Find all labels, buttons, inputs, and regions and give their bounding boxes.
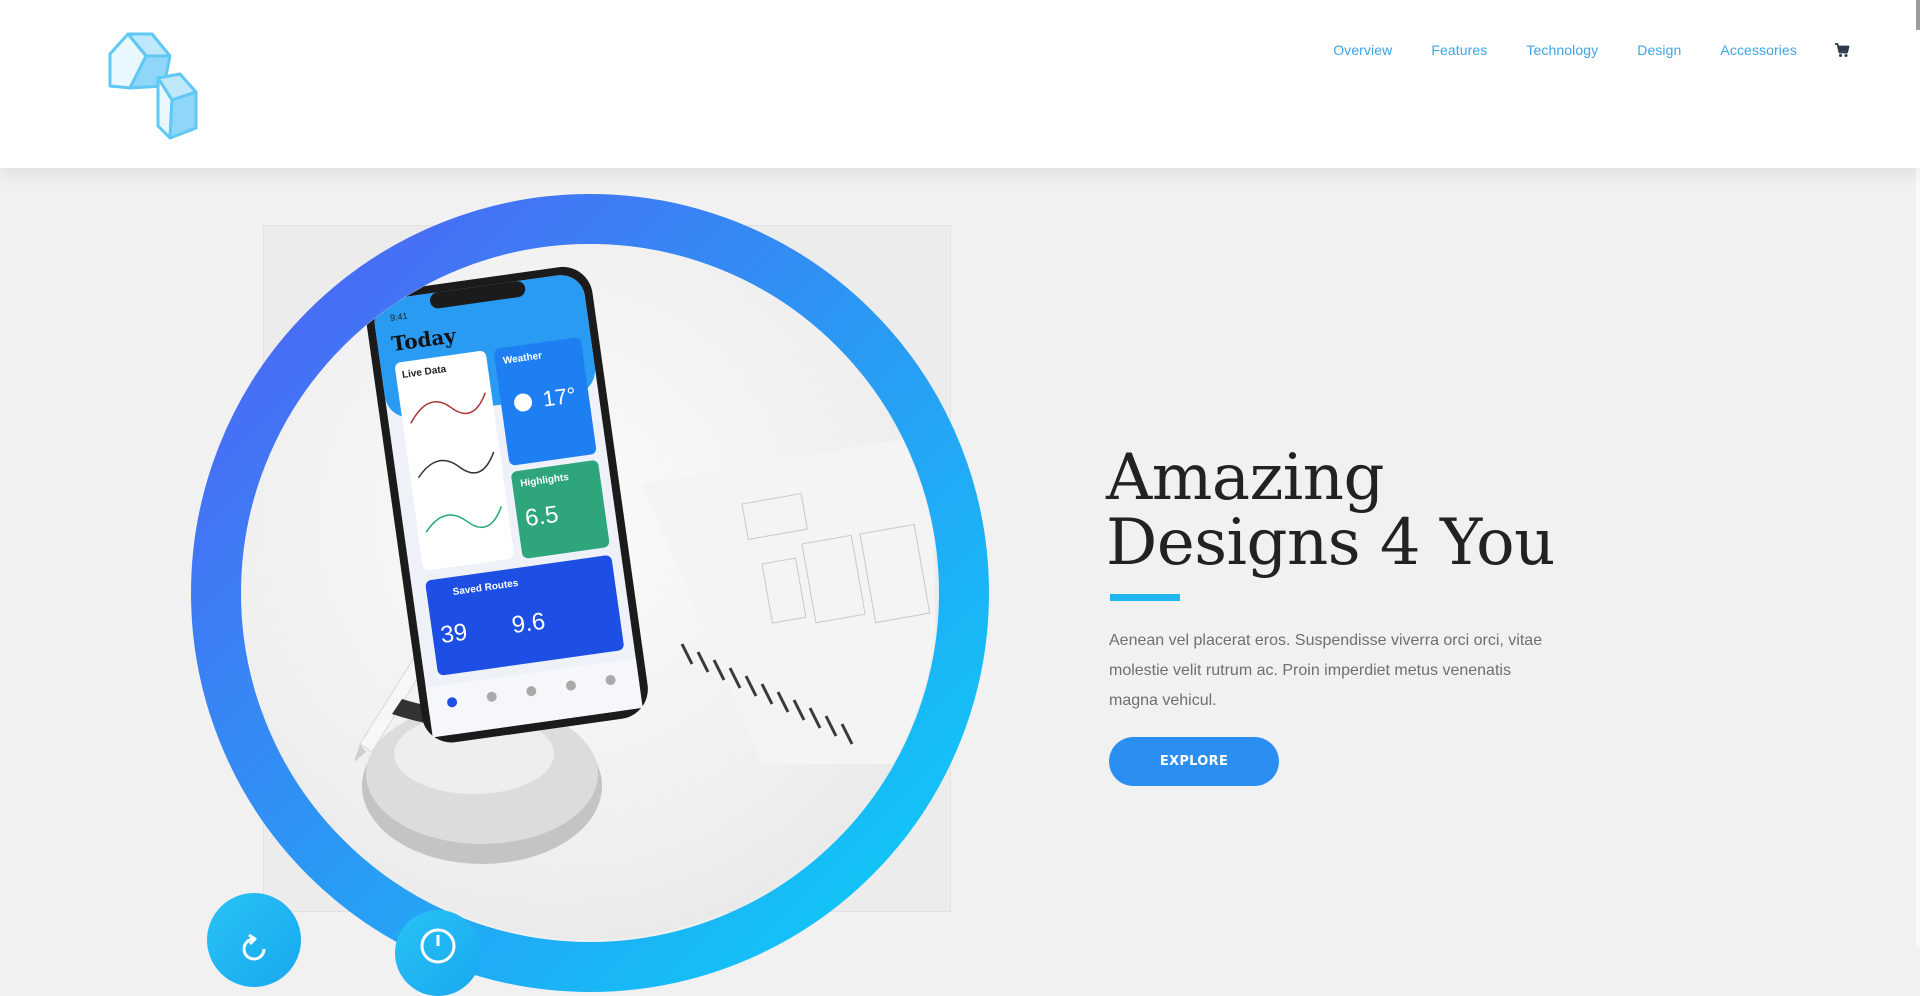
nav-link-overview[interactable]: Overview [1333,42,1392,58]
hero-body-text: Aenean vel placerat eros. Suspendisse vi… [1109,632,1543,709]
svg-text:6.5: 6.5 [523,501,560,532]
refresh-button[interactable] [207,893,301,987]
hero-product-photo: 9:41 Today Live Data Weather 17° Highlig… [242,244,938,940]
cubes-logo-icon[interactable] [108,30,224,146]
nav-link-accessories[interactable]: Accessories [1720,42,1797,58]
headline-accent-bar [1110,594,1180,601]
svg-text:39: 39 [439,619,469,649]
svg-text:9.6: 9.6 [510,608,547,639]
hero-headline-line1: Amazing [1106,441,1384,515]
hero-headline: Amazing Designs 4 You [1106,446,1555,576]
clock-button[interactable] [395,910,481,996]
nav-link-technology[interactable]: Technology [1526,42,1598,58]
cart-icon[interactable] [1834,42,1850,58]
main-nav: Overview Features Technology Design Acce… [1294,42,1850,58]
hero-headline-line2: Designs 4 You [1106,506,1555,580]
notebook-shape [642,434,938,764]
site-header: Overview Features Technology Design Acce… [0,0,1920,168]
nav-link-features[interactable]: Features [1431,42,1487,58]
scrollbar-thumb[interactable] [1916,0,1920,30]
nav-link-design[interactable]: Design [1637,42,1681,58]
svg-text:17°: 17° [541,382,577,411]
clock-icon [420,928,456,964]
explore-button[interactable]: EXPLORE [1109,737,1279,786]
refresh-icon [242,933,266,961]
